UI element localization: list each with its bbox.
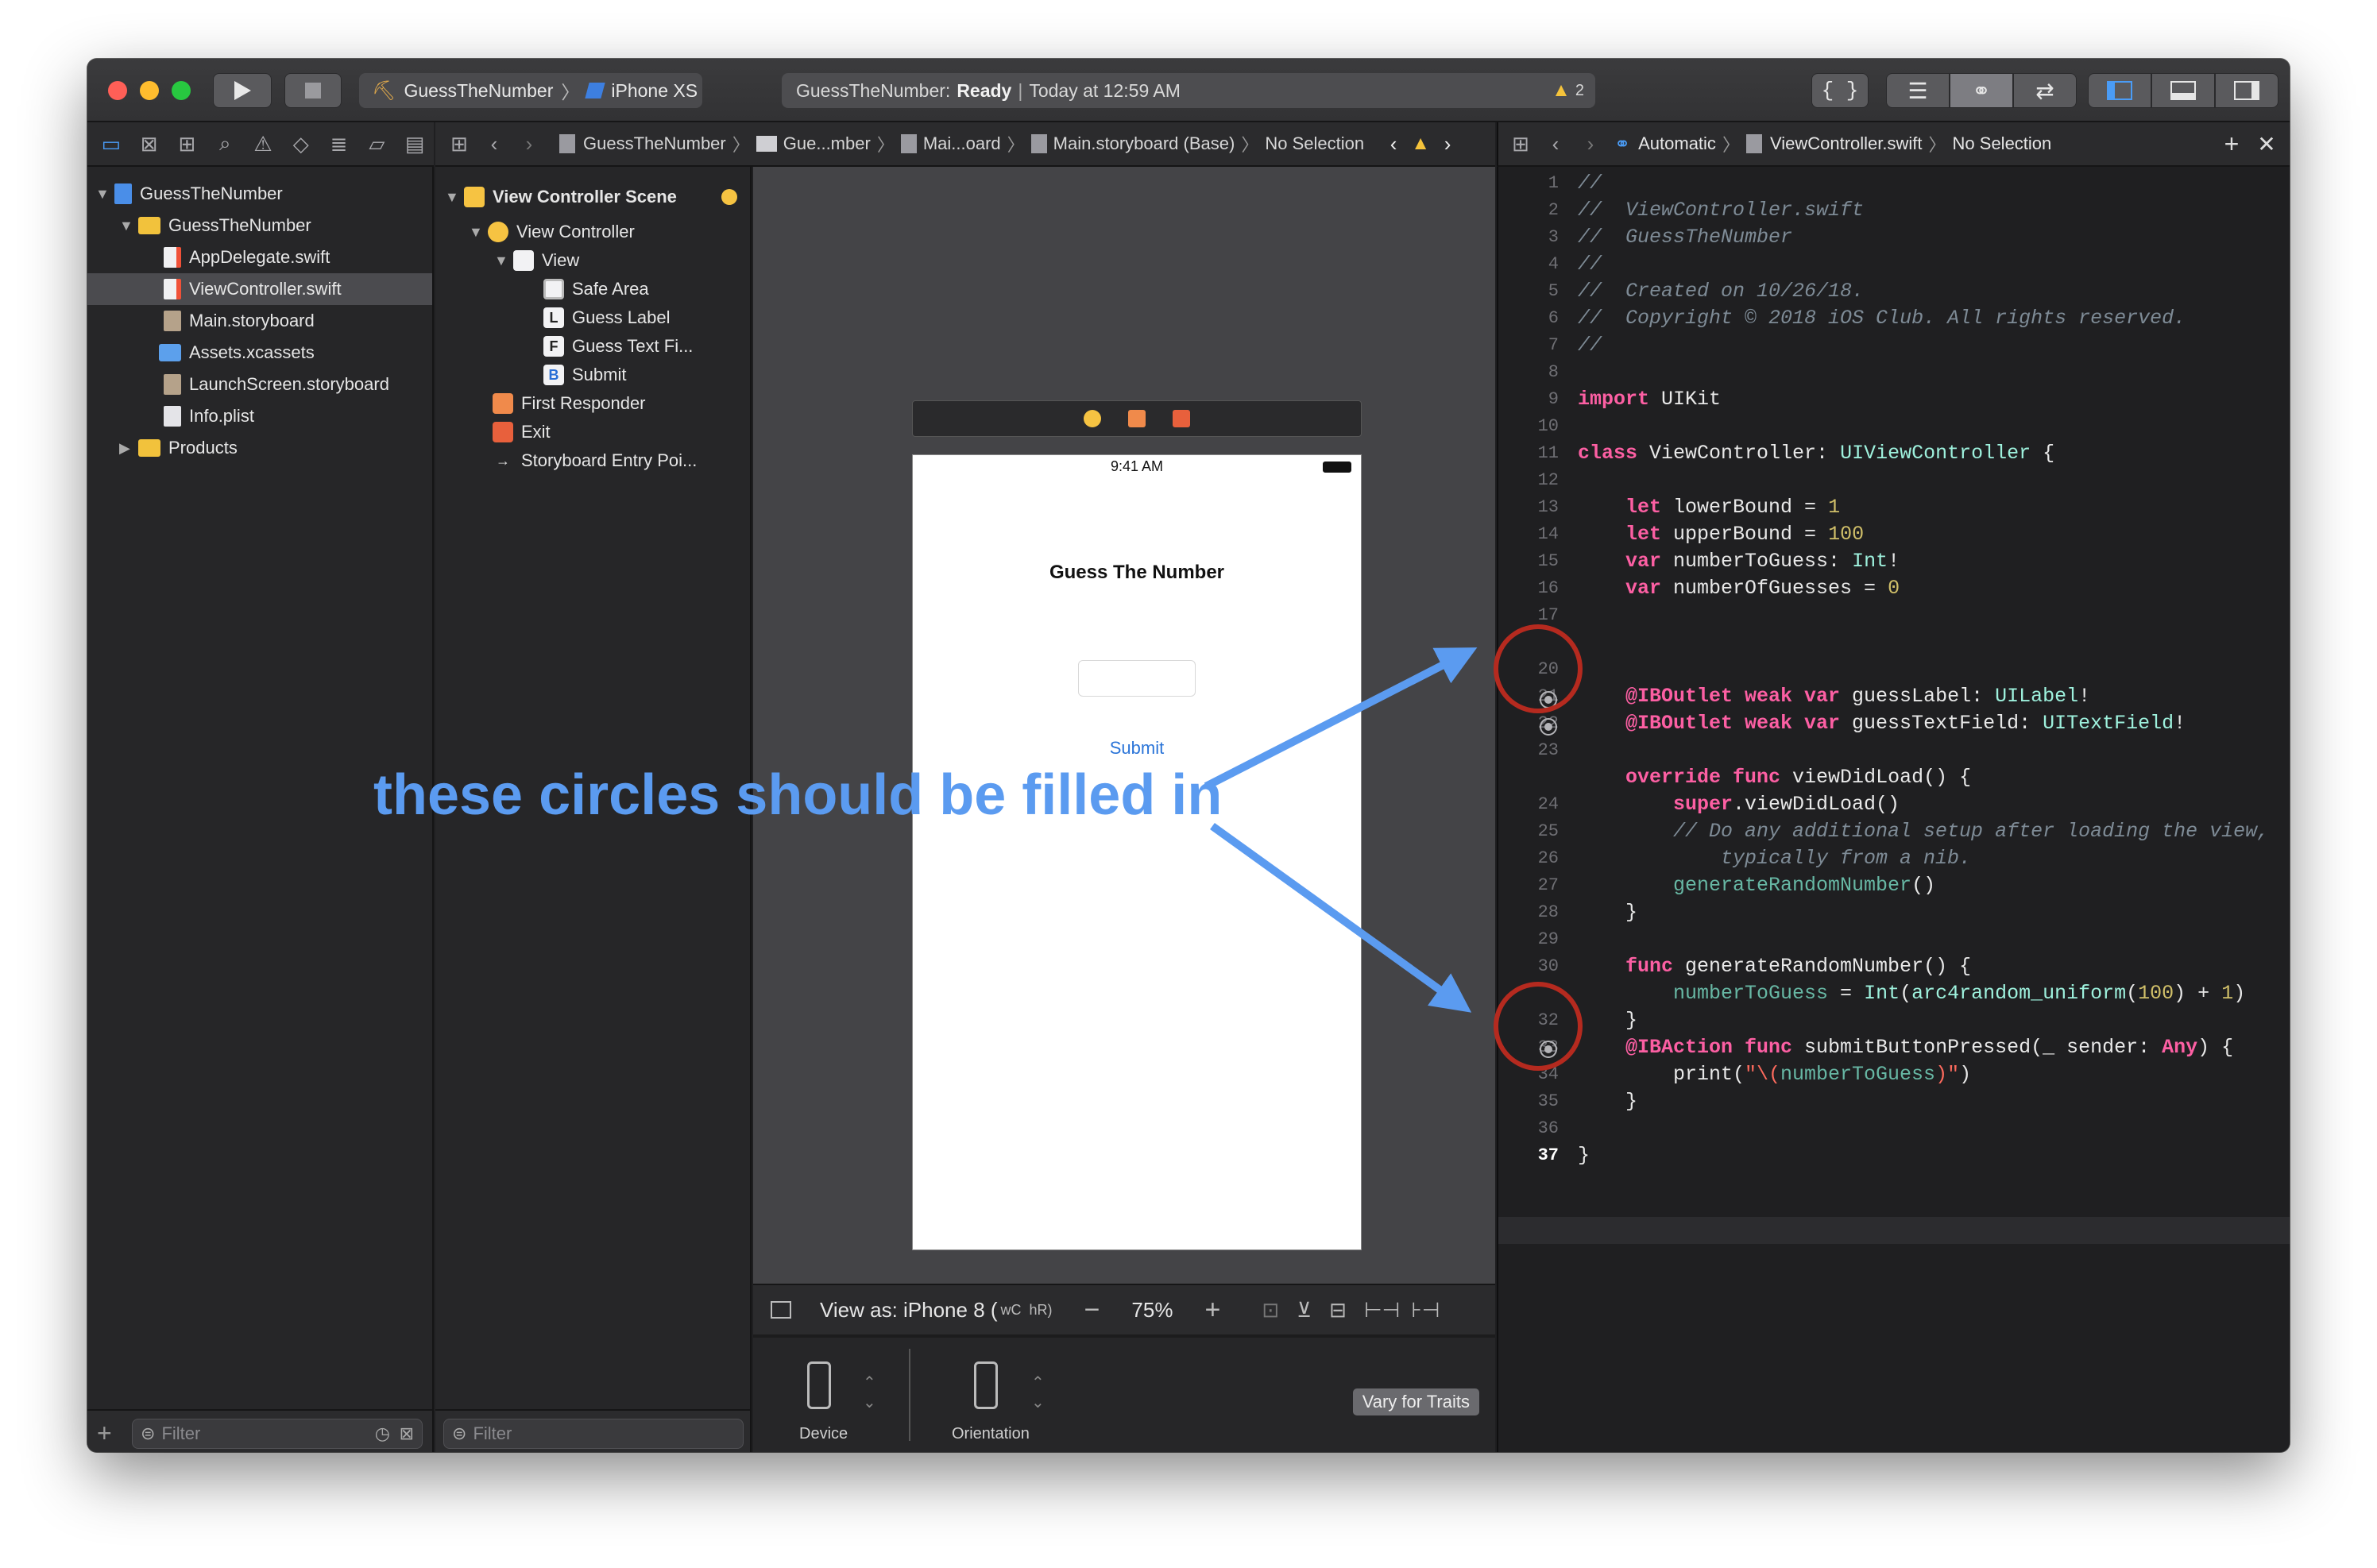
arrow-to-outlets [1204,647,1478,790]
annotation-text: these circles should be filled in [373,763,1223,827]
arrow-to-action [1210,822,1472,1013]
